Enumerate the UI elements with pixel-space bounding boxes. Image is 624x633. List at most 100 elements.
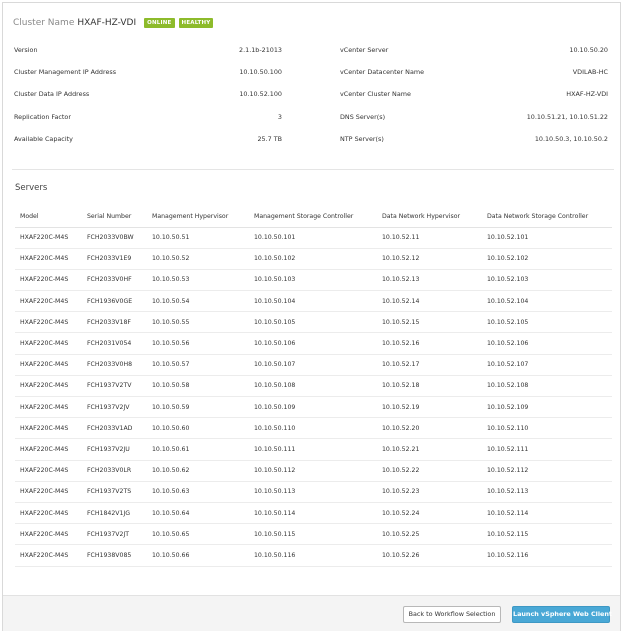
data-network-storage-controller-cell: 10.10.52.112 [482,460,612,482]
table-row: HXAF220C-M4S FCH2031V054 10.10.50.56 10.10.… [15,332,612,355]
management-hypervisor-cell: 10.10.50.61 [147,438,249,461]
management-storage-controller-cell: 10.10.50.102 [249,248,377,270]
management-storage-controller-cell: 10.10.50.104 [249,290,377,313]
column-header-management-storage-controller: Management Storage Controller [249,207,377,228]
management-hypervisor-cell: 10.10.50.59 [147,396,249,419]
column-header-model: Model [15,207,82,228]
data-network-hypervisor-cell: 10.10.52.19 [377,396,482,419]
serial-number-cell: FCH1937V2JV [82,396,147,419]
back-to-workflow-selection-button[interactable]: Back to Workflow Selection [403,606,501,623]
serial-number-cell: FCH1936V0GE [82,290,147,313]
data-network-storage-controller-cell: 10.10.52.103 [482,269,612,292]
vcenter-cluster-label: vCenter Cluster Name [340,90,411,98]
cluster-mgmt-ip-label: Cluster Management IP Address [14,68,117,76]
serial-number-cell: FCH2033V1E9 [82,248,147,270]
serial-number-cell: FCH2033V0BW [82,227,147,249]
management-hypervisor-cell: 10.10.50.66 [147,544,249,567]
management-hypervisor-cell: 10.10.50.63 [147,481,249,503]
management-hypervisor-cell: 10.10.50.62 [147,460,249,482]
management-hypervisor-cell: 10.10.50.53 [147,269,249,292]
cluster-data-ip-label: Cluster Data IP Address [14,90,90,98]
data-network-hypervisor-cell: 10.10.52.25 [377,523,482,546]
cluster-mgmt-ip-value: 10.10.50.100 [239,68,282,76]
data-network-hypervisor-cell: 10.10.52.20 [377,417,482,440]
model-cell: HXAF220C-M4S [15,290,82,313]
available-capacity-label: Available Capacity [14,135,73,143]
management-storage-controller-cell: 10.10.50.113 [249,481,377,503]
footer-bar: Back to Workflow Selection Launch vSpher… [3,595,620,631]
data-network-hypervisor-cell: 10.10.52.17 [377,354,482,376]
model-cell: HXAF220C-M4S [15,311,82,334]
table-row: HXAF220C-M4S FCH2033V0BW 10.10.50.51 10.10.… [15,227,612,249]
data-network-storage-controller-cell: 10.10.52.113 [482,481,612,503]
data-network-storage-controller-cell: 10.10.52.111 [482,438,612,461]
management-storage-controller-cell: 10.10.50.103 [249,269,377,292]
management-storage-controller-cell: 10.10.50.108 [249,375,377,398]
launch-vsphere-web-client-button[interactable]: Launch vSphere Web Client [512,606,612,623]
model-cell: HXAF220C-M4S [15,332,82,355]
management-hypervisor-cell: 10.10.50.57 [147,354,249,376]
serial-number-cell: FCH1937V2JU [82,438,147,461]
dns-servers-label: DNS Server(s) [340,113,386,121]
vcenter-cluster-value: HXAF-HZ-VDI [566,90,608,98]
data-network-hypervisor-cell: 10.10.52.13 [377,269,482,292]
data-network-storage-controller-cell: 10.10.52.116 [482,544,612,567]
management-storage-controller-cell: 10.10.50.116 [249,544,377,567]
table-row: HXAF220C-M4S FCH2033V1E9 10.10.50.52 10.10.… [15,248,612,270]
data-network-hypervisor-cell: 10.10.52.15 [377,311,482,334]
servers-table: Model Serial Number Management Hyperviso… [15,207,612,567]
model-cell: HXAF220C-M4S [15,544,82,567]
data-network-hypervisor-cell: 10.10.52.23 [377,481,482,503]
management-storage-controller-cell: 10.10.50.101 [249,227,377,249]
serial-number-cell: FCH2033V18F [82,311,147,334]
data-network-hypervisor-cell: 10.10.52.21 [377,438,482,461]
column-header-data-network-hypervisor: Data Network Hypervisor [377,207,482,228]
ntp-servers-label: NTP Server(s) [340,135,384,143]
serial-number-cell: FCH1937V2TV [82,375,147,398]
management-hypervisor-cell: 10.10.50.65 [147,523,249,546]
management-storage-controller-cell: 10.10.50.106 [249,332,377,355]
management-storage-controller-cell: 10.10.50.109 [249,396,377,419]
data-network-storage-controller-cell: 10.10.52.102 [482,248,612,270]
serial-number-cell: FCH2031V054 [82,332,147,355]
management-storage-controller-cell: 10.10.50.107 [249,354,377,376]
management-hypervisor-cell: 10.10.50.52 [147,248,249,270]
data-network-storage-controller-cell: 10.10.52.105 [482,311,612,334]
vcenter-server-value: 10.10.50.20 [569,46,608,54]
data-network-hypervisor-cell: 10.10.52.12 [377,248,482,270]
model-cell: HXAF220C-M4S [15,269,82,292]
dns-servers-value: 10.10.51.21, 10.10.51.22 [526,113,608,121]
column-header-management-hypervisor: Management Hypervisor [147,207,249,228]
table-row: HXAF220C-M4S FCH1937V2TV 10.10.50.58 10.10.… [15,375,612,398]
data-network-storage-controller-cell: 10.10.52.115 [482,523,612,546]
model-cell: HXAF220C-M4S [15,502,82,525]
data-network-hypervisor-cell: 10.10.52.26 [377,544,482,567]
model-cell: HXAF220C-M4S [15,438,82,461]
vcenter-server-label: vCenter Server [340,46,389,54]
data-network-hypervisor-cell: 10.10.52.11 [377,227,482,249]
management-storage-controller-cell: 10.10.50.105 [249,311,377,334]
model-cell: HXAF220C-M4S [15,227,82,249]
section-divider [12,169,614,170]
table-row: HXAF220C-M4S FCH2033V1AD 10.10.50.60 10.10.… [15,417,612,440]
serial-number-cell: FCH2033V0LR [82,460,147,482]
management-storage-controller-cell: 10.10.50.110 [249,417,377,440]
data-network-storage-controller-cell: 10.10.52.114 [482,502,612,525]
management-hypervisor-cell: 10.10.50.64 [147,502,249,525]
model-cell: HXAF220C-M4S [15,248,82,270]
serial-number-cell: FCH1937V2JT [82,523,147,546]
data-network-hypervisor-cell: 10.10.52.18 [377,375,482,398]
table-row: HXAF220C-M4S FCH2033V0LR 10.10.50.62 10.10.… [15,460,612,482]
management-hypervisor-cell: 10.10.50.58 [147,375,249,398]
data-network-storage-controller-cell: 10.10.52.108 [482,375,612,398]
data-network-storage-controller-cell: 10.10.52.101 [482,227,612,249]
available-capacity-value: 25.7 TB [257,135,282,143]
management-hypervisor-cell: 10.10.50.51 [147,227,249,249]
model-cell: HXAF220C-M4S [15,375,82,398]
servers-table-header-row: Model Serial Number Management Hyperviso… [15,207,612,228]
vcenter-datacenter-value: VDILAB-HC [572,68,608,76]
table-row: HXAF220C-M4S FCH2033V0H8 10.10.50.57 10.10.… [15,354,612,376]
management-hypervisor-cell: 10.10.50.60 [147,417,249,440]
data-network-hypervisor-cell: 10.10.52.22 [377,460,482,482]
cluster-name-label: Cluster Name [13,18,75,28]
